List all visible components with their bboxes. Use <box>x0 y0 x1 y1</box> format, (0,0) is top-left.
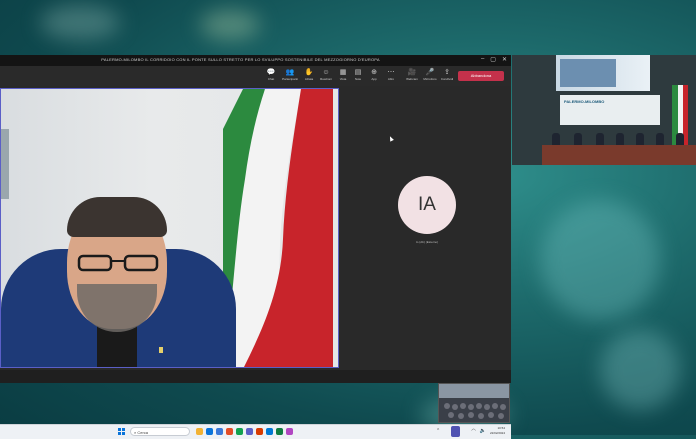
self-view-thumbnail[interactable] <box>438 383 510 423</box>
audience-thumbnail <box>439 384 509 422</box>
close-button[interactable]: ✕ <box>502 56 507 63</box>
reactions-icon: ☺ <box>322 69 330 76</box>
speaker-hair <box>67 197 167 237</box>
reactions-button[interactable]: ☺ Reazioni <box>319 68 333 81</box>
title-bar: PALERMO-MILOMBO IL CORRIDOIO CON IL PONT… <box>0 55 511 66</box>
projected-video <box>560 59 616 87</box>
taskbar-app-icon[interactable] <box>226 428 233 435</box>
system-tray: ⌃ <box>436 428 440 434</box>
projection-screen <box>556 55 650 91</box>
wall-picture <box>1 129 9 199</box>
view-icon: ▦ <box>339 69 347 76</box>
taskbar-app-icon[interactable] <box>246 428 253 435</box>
chat-button[interactable]: 💬 Chat <box>264 68 278 81</box>
chevron-up-icon[interactable]: ⌃ <box>436 428 440 434</box>
bokeh-light <box>40 5 120 40</box>
banner-text: PALERMO-MILOMBO <box>564 99 605 104</box>
windows-taskbar: ⌕ Cerca ⌃ ◠ 🔈 10:54 22/02/2024 <box>0 424 511 439</box>
mic-icon: 🎤 <box>425 69 435 76</box>
participant-name: Io (Ab) (Esterno) <box>415 240 439 244</box>
taskbar-app-icon[interactable] <box>236 428 243 435</box>
meeting-window: PALERMO-MILOMBO IL CORRIDOIO CON IL PONT… <box>0 55 511 439</box>
share-icon: ⇪ <box>444 69 450 76</box>
notes-icon: ▤ <box>354 69 362 76</box>
taskbar-app-icon[interactable] <box>216 428 223 435</box>
mic-button[interactable]: 🎤 Microfono <box>423 68 437 81</box>
taskbar-app-icon[interactable] <box>286 428 293 435</box>
meeting-title: PALERMO-MILOMBO IL CORRIDOIO CON IL PONT… <box>101 57 380 62</box>
conference-room-video: PALERMO-MILOMBO <box>512 55 696 165</box>
meeting-toolbar: 💬 Chat 👥 Partecipanti ✋ Alzata ☺ Reazion… <box>0 66 511 86</box>
share-button[interactable]: ⇪ Condividi <box>440 68 454 81</box>
event-banner: PALERMO-MILOMBO <box>560 95 660 125</box>
speaker-video[interactable] <box>0 88 339 368</box>
taskbar-app-icon[interactable] <box>276 428 283 435</box>
volume-icon[interactable]: 🔈 <box>480 428 486 434</box>
window-controls: – ▢ ✕ <box>481 56 507 63</box>
chat-icon: 💬 <box>266 69 276 76</box>
more-button[interactable]: ⋯ Altro <box>384 68 398 81</box>
minimize-button[interactable]: – <box>481 56 484 63</box>
camera-button[interactable]: 🎥 Webcam <box>405 68 419 81</box>
mouse-cursor-icon <box>388 135 394 142</box>
camera-icon: 🎥 <box>407 69 417 76</box>
bokeh-light <box>540 200 660 320</box>
participant-tile[interactable]: IA Io (Ab) (Esterno) <box>343 88 511 370</box>
panel-table <box>542 145 696 165</box>
bokeh-light <box>600 330 680 410</box>
glasses-icon <box>77 254 159 272</box>
apps-icon: ⊕ <box>371 69 377 76</box>
more-icon: ⋯ <box>387 69 395 76</box>
wifi-icon[interactable]: ◠ <box>471 428 475 434</box>
apps-button[interactable]: ⊕ App <box>367 68 381 81</box>
teams-taskbar-icon[interactable] <box>451 426 460 437</box>
participants-button[interactable]: 👥 Partecipanti <box>282 68 298 81</box>
bokeh-light <box>200 10 260 40</box>
taskbar-app-icon[interactable] <box>196 428 203 435</box>
taskbar-app-icon[interactable] <box>206 428 213 435</box>
people-icon: 👥 <box>285 69 295 76</box>
leave-button[interactable]: Abbandona <box>458 71 504 81</box>
taskbar-app-icon[interactable] <box>256 428 263 435</box>
raise-hand-button[interactable]: ✋ Alzata <box>302 68 316 81</box>
lapel-pin <box>159 347 163 353</box>
participant-avatar: IA <box>398 176 456 234</box>
clock-date: 22/02/2024 <box>489 431 505 435</box>
maximize-button[interactable]: ▢ <box>490 56 496 63</box>
taskbar-app-icon[interactable] <box>266 428 273 435</box>
raise-hand-icon: ✋ <box>304 69 314 76</box>
start-button[interactable] <box>118 428 125 435</box>
italian-flag <box>223 89 333 367</box>
